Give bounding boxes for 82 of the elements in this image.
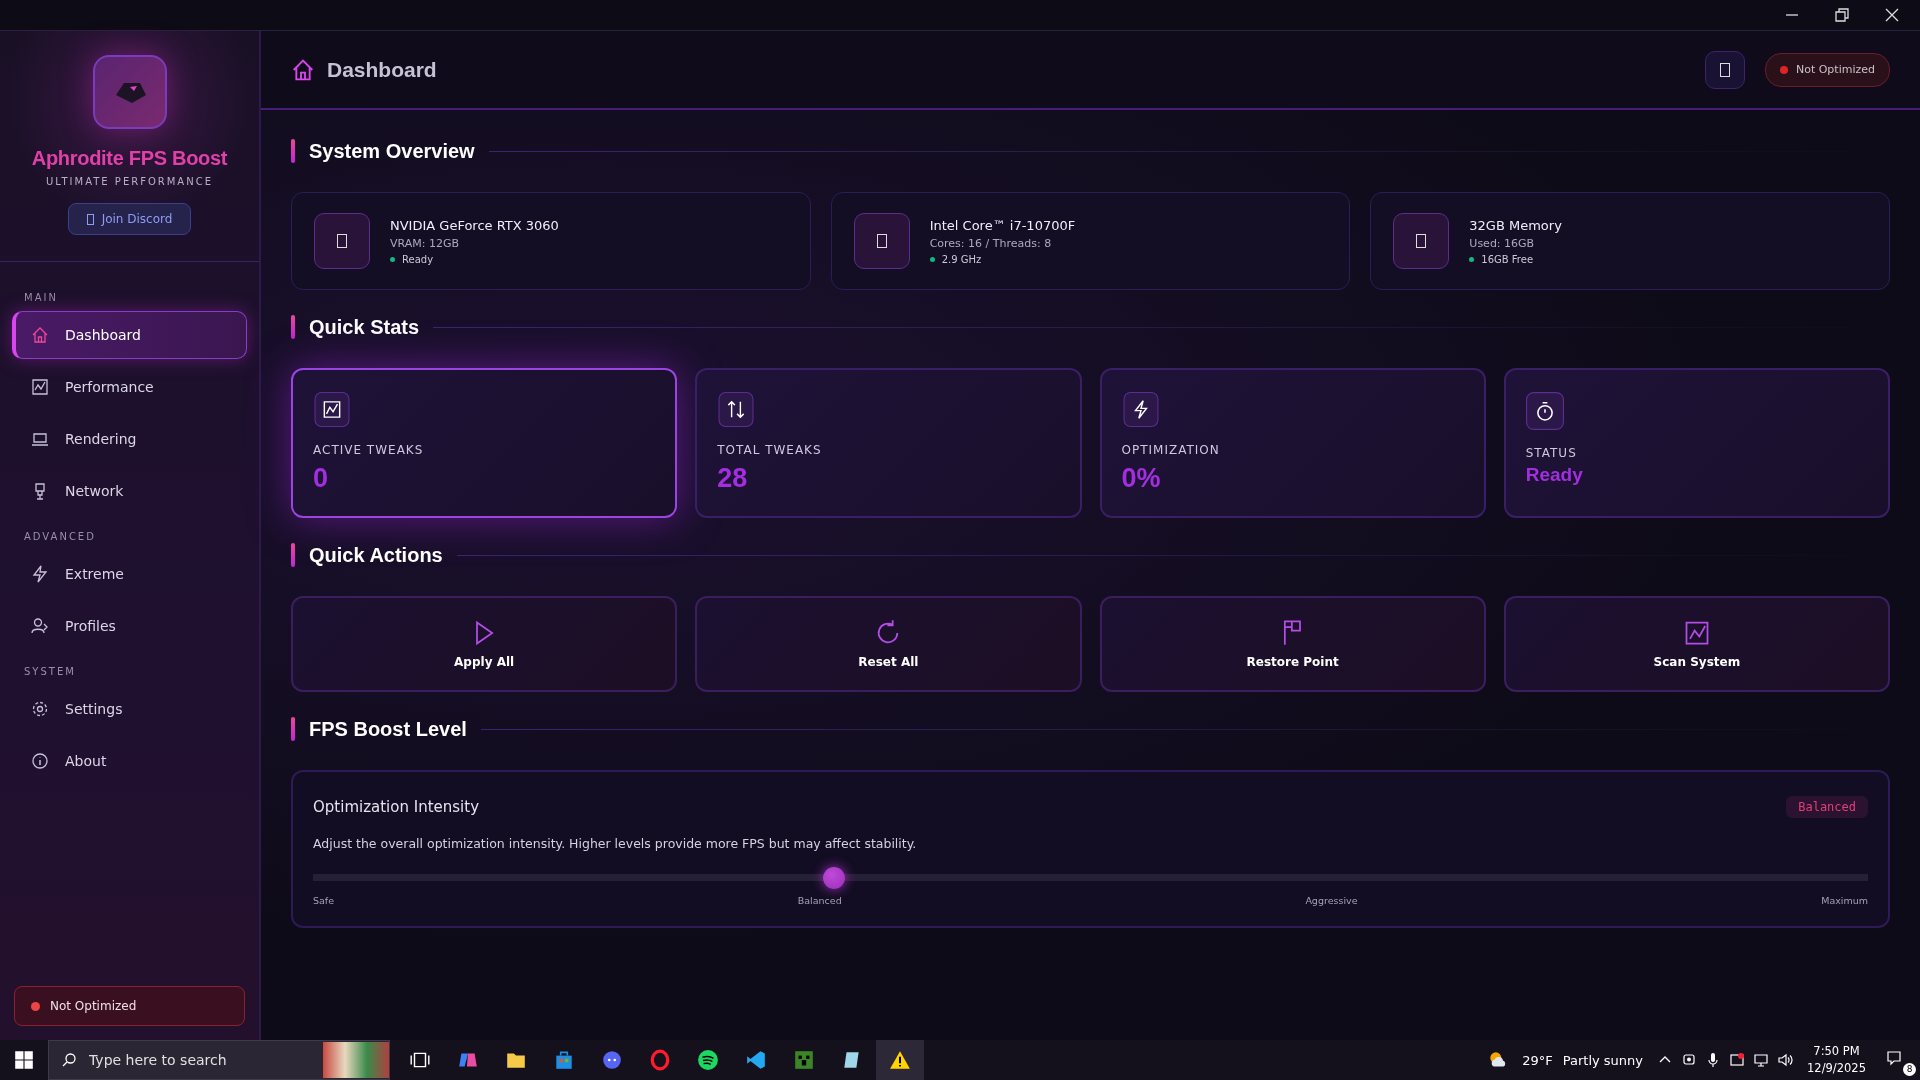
warning-icon[interactable] <box>876 1040 924 1080</box>
hardware-icon <box>314 213 370 269</box>
join-discord-button[interactable]: Join Discord <box>67 203 192 235</box>
section-title: Quick Stats <box>309 315 420 339</box>
restore-icon[interactable] <box>1834 7 1850 23</box>
stat-card[interactable]: TOTAL TWEAKS 28 <box>695 368 1082 518</box>
temperature-text: 29°F <box>1522 1052 1553 1068</box>
section-title: Quick Actions <box>309 543 443 567</box>
laptop-icon <box>31 430 49 448</box>
header-icon-button[interactable] <box>1704 50 1745 89</box>
hardware-status: 2.9 GHz <box>941 253 982 265</box>
search-icon <box>61 1052 77 1068</box>
nav-section-heading: SYSTEM <box>23 665 77 679</box>
stat-value: 0 <box>313 463 329 494</box>
lightning-icon <box>1121 392 1160 427</box>
taskbar-search-bar[interactable]: Type here to search <box>48 1040 390 1080</box>
sidebar-item[interactable]: Settings <box>12 685 247 733</box>
stat-value: 28 <box>717 463 748 494</box>
info-icon <box>31 752 49 770</box>
close-icon[interactable] <box>1884 7 1900 23</box>
stat-card[interactable]: ACTIVE TWEAKS 0 <box>291 368 678 518</box>
clock-time[interactable]: 7:50 PM <box>1813 1043 1860 1060</box>
home-icon <box>31 326 49 344</box>
settings-icon <box>31 700 49 718</box>
quick-action-button[interactable]: Apply All <box>291 596 678 692</box>
chart-icon <box>313 392 351 427</box>
stat-value: Ready <box>1525 464 1583 486</box>
stat-card[interactable]: OPTIMIZATION 0% <box>1099 368 1486 518</box>
nav-section-heading: ADVANCED <box>23 530 97 544</box>
sidebar-item[interactable]: Performance <box>12 363 247 411</box>
hardware-detail: Used: 16GB <box>1469 236 1536 250</box>
nav-section-heading: MAIN <box>23 291 59 305</box>
clock-date[interactable]: 12/9/2025 <box>1807 1060 1866 1077</box>
status-text: Not Optimized <box>1795 63 1875 76</box>
hardware-name: 32GB Memory <box>1469 217 1562 233</box>
home-icon <box>291 57 315 82</box>
slider-mark-label: Maximum <box>1821 895 1868 906</box>
slider-mark-label: Safe <box>313 895 335 906</box>
stat-card[interactable]: STATUS Ready <box>1503 368 1890 518</box>
quick-action-button[interactable]: Restore Point <box>1099 596 1486 692</box>
hardware-status: Ready <box>402 253 434 265</box>
status-text: Not Optimized <box>50 999 137 1013</box>
slider-thumb[interactable] <box>822 867 845 889</box>
panel-description: Adjust the overall optimization intensity. Higher levels provide more FPS but may affect stability. <box>313 836 918 851</box>
hardware-icon <box>853 213 910 269</box>
hardware-name: Intel Core™ i7-10700F <box>929 217 1076 233</box>
stat-label: OPTIMIZATION <box>1121 443 1220 457</box>
hardware-name: NVIDIA GeForce RTX 3060 <box>390 217 559 233</box>
notification-count: 8 <box>1903 1063 1916 1076</box>
weather-text: Partly sunny <box>1562 1052 1644 1068</box>
hardware-detail: Cores: 16 / Threads: 8 <box>929 236 1053 250</box>
tagline: ULTIMATE PERFORMANCE <box>46 176 213 187</box>
lightning-icon <box>31 565 49 583</box>
section-title: System Overview <box>309 139 475 163</box>
app-name: Aphrodite FPS Boost <box>31 147 228 170</box>
hardware-icon <box>1393 213 1450 269</box>
sidebar-item[interactable]: Profiles <box>12 602 247 650</box>
sidebar-item[interactable]: Dashboard <box>12 311 247 359</box>
level-badge: Balanced <box>1786 796 1868 818</box>
quick-action-button[interactable]: Reset All <box>695 596 1082 692</box>
slider-mark-label: Aggressive <box>1305 895 1358 906</box>
sidebar-item[interactable]: Network <box>12 467 247 515</box>
stat-label: TOTAL TWEAKS <box>717 443 822 457</box>
slider-mark-label: Balanced <box>797 895 842 906</box>
sidebar-item[interactable]: About <box>12 737 247 785</box>
stat-label: ACTIVE TWEAKS <box>313 443 424 457</box>
sidebar-item[interactable]: Extreme <box>12 550 247 598</box>
quick-action-button[interactable]: Scan System <box>1503 596 1890 692</box>
chart-icon <box>31 378 49 396</box>
panel-heading: Optimization Intensity <box>313 798 479 816</box>
search-input-field[interactable]: Type here to search <box>87 1051 313 1069</box>
stat-value: 0% <box>1121 463 1161 494</box>
section-title: FPS Boost Level <box>309 717 467 741</box>
stat-label: STATUS <box>1525 446 1577 460</box>
hardware-detail: VRAM: 12GB <box>390 236 460 250</box>
photo-placeholder <box>323 1042 389 1078</box>
user-icon <box>31 617 49 635</box>
page-title: Dashboard <box>327 57 437 82</box>
hardware-status: 16GB Free <box>1481 253 1534 265</box>
stopwatch-icon <box>1525 392 1564 430</box>
sidebar-item[interactable]: Rendering <box>12 415 247 463</box>
up-down-arrows-icon <box>717 392 756 427</box>
